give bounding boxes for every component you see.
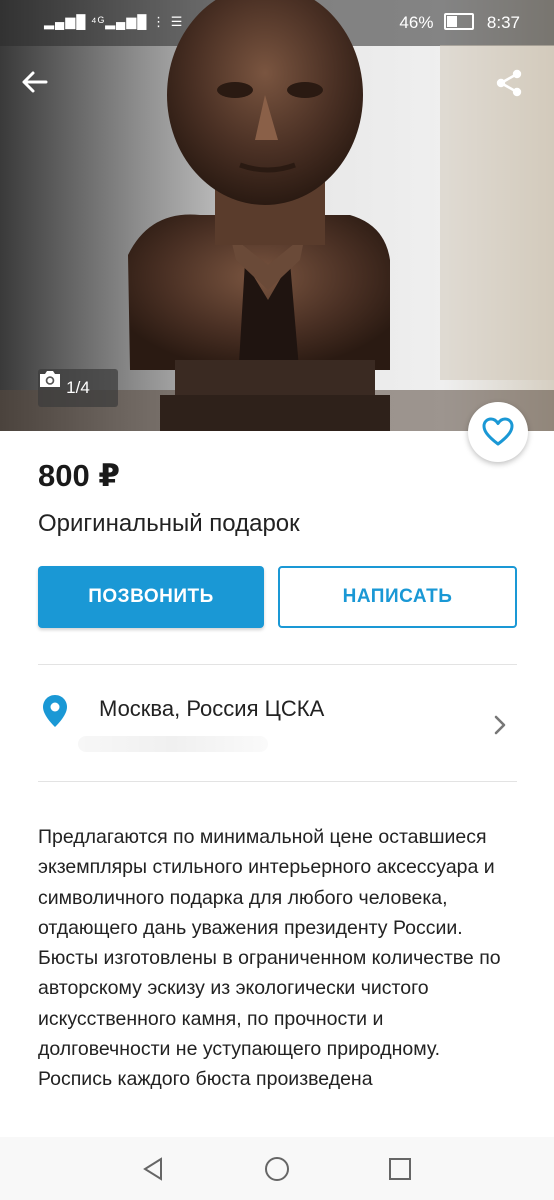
nav-home-button[interactable]: [264, 1156, 290, 1182]
divider-bottom: [38, 781, 517, 782]
triangle-back-icon: [143, 1157, 162, 1181]
map-pin-icon: [43, 695, 67, 727]
listing-description: Предлагаются по минимальной цене оставши…: [38, 826, 501, 1091]
listing-photo[interactable]: ▂▄▆█ ⁴ᴳ▂▄▆█ ⋮ ☰ 46% 8:37 1/4: [0, 0, 554, 431]
call-button[interactable]: ПОЗВОНИТЬ: [38, 566, 264, 628]
signal-indicators: ▂▄▆█ ⁴ᴳ▂▄▆█ ⋮ ☰: [44, 14, 184, 29]
nav-back-button[interactable]: [140, 1156, 166, 1182]
listing-title: Оригинальный подарок: [38, 510, 300, 537]
listing-price: 800 ₽: [38, 458, 120, 493]
circle-home-icon: [265, 1157, 289, 1181]
heart-icon: [482, 417, 514, 446]
camera-icon: [40, 371, 60, 387]
chevron-right-icon: [494, 715, 506, 735]
bust-photo-image: [0, 0, 554, 431]
photo-counter-text: 1/4: [66, 378, 90, 397]
back-button[interactable]: [20, 68, 64, 112]
favorite-button[interactable]: [468, 402, 528, 462]
share-button[interactable]: [494, 68, 538, 112]
battery-time: 46% 8:37: [391, 13, 520, 33]
photo-counter: 1/4: [38, 369, 118, 407]
blurred-address: [78, 736, 268, 752]
arrow-left-icon: [22, 71, 48, 93]
system-navigation-bar: [0, 1137, 554, 1200]
write-message-button[interactable]: НАПИСАТЬ: [278, 566, 517, 628]
location-row[interactable]: Москва, Россия ЦСКА: [38, 690, 517, 760]
clock-time: 8:37: [486, 13, 520, 32]
divider-top: [38, 664, 517, 665]
battery-icon: [444, 13, 475, 30]
status-bar: ▂▄▆█ ⁴ᴳ▂▄▆█ ⋮ ☰ 46% 8:37: [0, 0, 554, 46]
share-icon: [496, 69, 522, 97]
battery-percent: 46%: [399, 13, 434, 32]
nav-recents-button[interactable]: [387, 1156, 413, 1182]
square-recents-icon: [389, 1158, 411, 1180]
location-text: Москва, Россия ЦСКА: [99, 696, 325, 721]
